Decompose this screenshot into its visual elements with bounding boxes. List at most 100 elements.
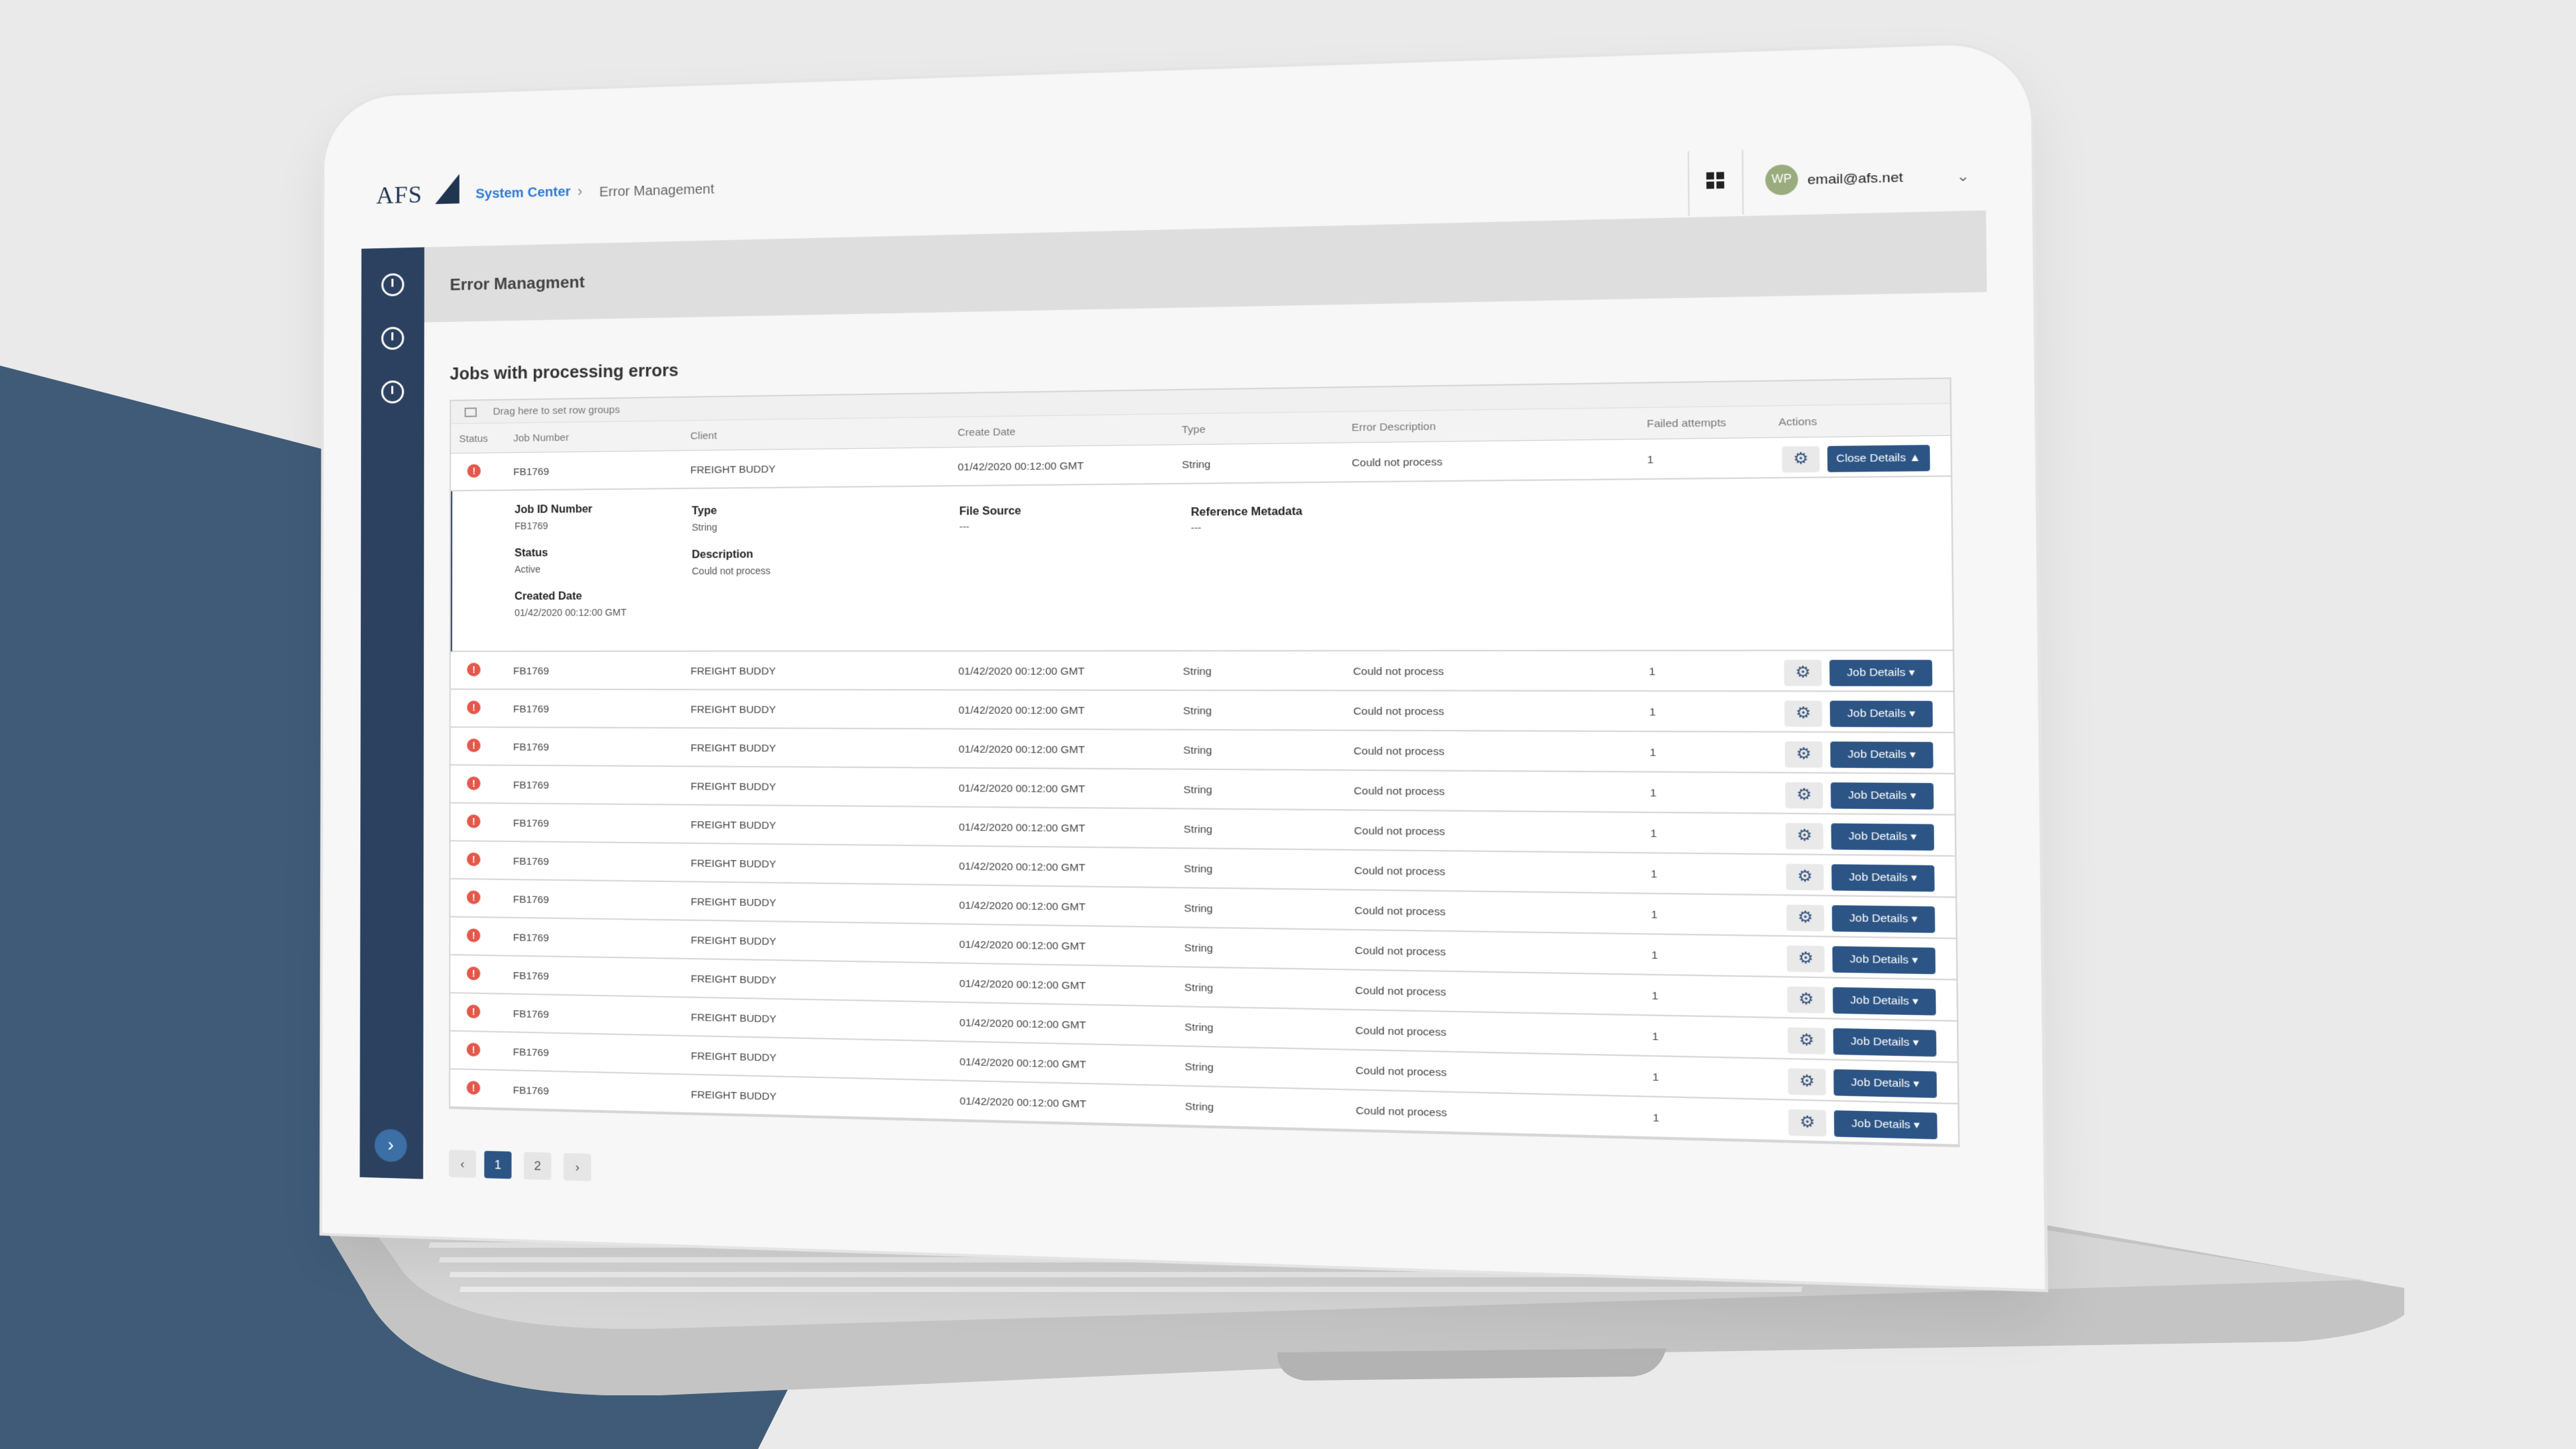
job-details-button[interactable]: Job Details ▾ <box>1831 823 1935 851</box>
afs-logo: AFS <box>376 180 423 209</box>
table-row[interactable]: ! FB1769 FREIGHT BUDDY 01/42/2020 00:12:00 … <box>450 690 1954 734</box>
settings-button[interactable]: ⚙ <box>1786 945 1825 973</box>
avatar[interactable]: WP <box>1765 164 1799 196</box>
job-details-button[interactable]: Job Details ▾ <box>1829 659 1933 686</box>
settings-button[interactable]: ⚙ <box>1782 446 1820 473</box>
settings-button[interactable]: ⚙ <box>1787 986 1825 1014</box>
error-icon: ! <box>467 700 481 714</box>
create-date: 01/42/2020 00:12:00 GMT <box>959 782 1085 796</box>
error-icon: ! <box>466 928 481 943</box>
job-number: FB1769 <box>513 1008 549 1021</box>
error-icon: ! <box>466 852 481 867</box>
job-details-button[interactable]: Job Details ▾ <box>1832 946 1936 975</box>
table-body: ! FB1769 FREIGHT BUDDY 01/42/2020 00:12:00 … <box>450 651 1958 1146</box>
settings-button[interactable]: ⚙ <box>1785 782 1823 809</box>
job-details-button[interactable]: Job Details ▾ <box>1829 700 1933 728</box>
page-2-button[interactable]: 2 <box>523 1152 551 1181</box>
header-user-area: WP email@afs.net ⌄ <box>1687 143 1986 216</box>
job-details-button[interactable]: Job Details ▾ <box>1833 1110 1937 1140</box>
grid-icon[interactable] <box>1706 172 1725 189</box>
column-failed-attempts[interactable]: Failed attempts <box>1647 417 1726 430</box>
clock-icon[interactable] <box>381 273 405 297</box>
create-date: 01/42/2020 00:12:00 GMT <box>959 900 1086 914</box>
error-icon: ! <box>466 814 481 828</box>
error-description: Could not process <box>1354 904 1446 918</box>
error-icon: ! <box>467 776 481 790</box>
job-details-button[interactable]: Job Details ▾ <box>1830 741 1933 769</box>
type: String <box>1183 863 1213 875</box>
create-date: 01/42/2020 00:12:00 GMT <box>959 1095 1087 1111</box>
laptop-lid: AFS System Center › Error Management WP … <box>319 40 2049 1293</box>
job-details-button[interactable]: Job Details ▾ <box>1833 1028 1937 1057</box>
type: String <box>1183 744 1212 757</box>
gear-icon: ⚙ <box>1798 989 1814 1008</box>
type: String <box>1183 823 1213 836</box>
gear-icon: ⚙ <box>1797 948 1814 967</box>
breadcrumb-system-center[interactable]: System Center <box>476 184 571 203</box>
settings-button[interactable]: ⚙ <box>1784 700 1823 727</box>
settings-button[interactable]: ⚙ <box>1787 1027 1826 1055</box>
error-icon: ! <box>467 663 481 677</box>
job-details-button[interactable]: Job Details ▾ <box>1831 864 1935 892</box>
job-details-button[interactable]: Job Details ▾ <box>1831 905 1935 933</box>
column-error-description[interactable]: Error Description <box>1352 421 1436 434</box>
settings-button[interactable]: ⚙ <box>1788 1068 1826 1095</box>
column-type[interactable]: Type <box>1181 424 1205 436</box>
job-number: FB1769 <box>513 703 549 716</box>
breadcrumb-separator: › <box>577 182 583 200</box>
table-row[interactable]: ! FB1769 FREIGHT BUDDY 01/42/2020 00:12:00 … <box>450 651 1953 692</box>
gear-icon: ⚙ <box>1797 907 1813 926</box>
chevron-down-icon[interactable]: ⌄ <box>1956 167 1970 186</box>
failed-attempts: 1 <box>1652 989 1658 1003</box>
type: String <box>1181 458 1211 472</box>
job-details-button[interactable]: Job Details ▾ <box>1832 987 1936 1016</box>
job-details-button[interactable]: Job Details ▾ <box>1830 782 1934 810</box>
job-id-label: Job ID Number <box>515 503 592 516</box>
job-details-button[interactable]: Job Details ▾ <box>1833 1069 1937 1098</box>
history-icon[interactable] <box>381 327 405 350</box>
gear-icon: ⚙ <box>1796 744 1812 763</box>
created-date-label: Created Date <box>515 590 582 603</box>
create-date: 01/42/2020 00:12:00 GMT <box>957 460 1084 474</box>
type: String <box>1185 1061 1214 1074</box>
page-1-button[interactable]: 1 <box>484 1150 512 1179</box>
column-status[interactable]: Status <box>459 433 488 445</box>
job-number: FB1769 <box>513 970 549 983</box>
settings-button[interactable]: ⚙ <box>1786 863 1824 891</box>
column-client[interactable]: Client <box>690 430 717 442</box>
user-email[interactable]: email@afs.net <box>1807 170 1903 189</box>
settings-button[interactable]: ⚙ <box>1786 904 1825 932</box>
failed-attempts: 1 <box>1652 1071 1659 1084</box>
error-description: Could not process <box>1351 455 1443 470</box>
close-details-button[interactable]: Close Details ▲ <box>1827 445 1931 472</box>
create-date: 01/42/2020 00:12:00 GMT <box>959 938 1086 953</box>
failed-attempts: 1 <box>1647 453 1654 466</box>
prev-page-button[interactable]: ‹ <box>449 1150 476 1178</box>
create-date: 01/42/2020 00:12:00 GMT <box>958 704 1085 717</box>
settings-button[interactable]: ⚙ <box>1784 741 1823 768</box>
settings-button[interactable]: ⚙ <box>1788 1109 1827 1137</box>
job-number: FB1769 <box>513 665 549 678</box>
timer-icon[interactable] <box>381 380 405 404</box>
create-date: 01/42/2020 00:12:00 GMT <box>959 1016 1086 1032</box>
failed-attempts: 1 <box>1650 827 1657 841</box>
type: String <box>1184 942 1214 955</box>
column-create-date[interactable]: Create Date <box>958 426 1016 439</box>
next-page-button[interactable]: › <box>564 1152 592 1181</box>
chevron-right-icon[interactable]: › <box>374 1128 407 1163</box>
settings-button[interactable]: ⚙ <box>1785 822 1824 850</box>
error-icon: ! <box>467 464 481 478</box>
job-number: FB1769 <box>513 932 549 945</box>
divider <box>1741 150 1744 215</box>
description-value: Could not process <box>692 565 771 577</box>
create-date: 01/42/2020 00:12:00 GMT <box>958 665 1085 678</box>
type: String <box>1183 784 1213 796</box>
created-date-value: 01/42/2020 00:12:00 GMT <box>515 606 627 619</box>
reference-metadata-label: Reference Metadata <box>1191 505 1303 519</box>
settings-button[interactable]: ⚙ <box>1784 659 1822 686</box>
client: FREIGHT BUDDY <box>690 665 776 678</box>
column-job-number[interactable]: Job Number <box>513 432 569 444</box>
gear-icon: ⚙ <box>1796 867 1813 885</box>
job-number: FB1769 <box>513 466 549 478</box>
gear-icon: ⚙ <box>1795 703 1811 722</box>
